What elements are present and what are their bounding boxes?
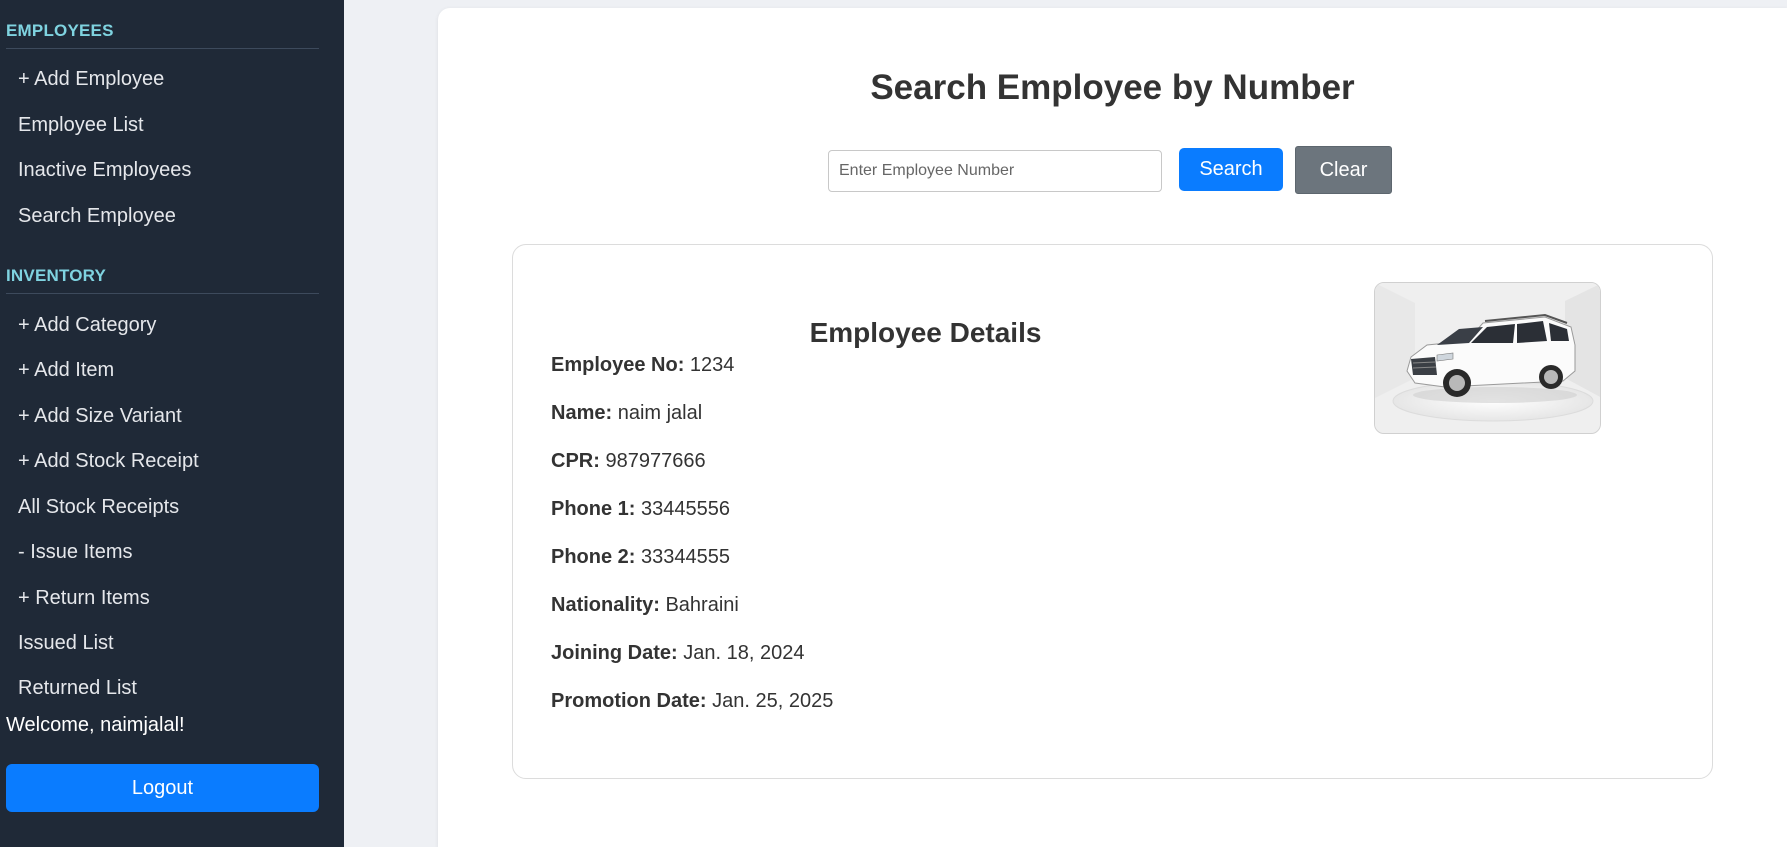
detail-value: naim jalal	[617, 402, 703, 424]
detail-label: Joining Date:	[551, 642, 684, 664]
detail-value: 33344555	[641, 546, 730, 568]
detail-phone-1: Phone 1: 33445556	[551, 498, 730, 521]
detail-value: Jan. 18, 2024	[683, 642, 805, 664]
nav-issue-items[interactable]: - Issue Items	[18, 541, 132, 564]
detail-label: Nationality:	[551, 594, 666, 616]
employee-photo	[1374, 282, 1601, 434]
section-title-inventory: INVENTORY	[6, 266, 107, 285]
nav-employee-list[interactable]: Employee List	[18, 114, 144, 137]
detail-value: 1234	[689, 354, 735, 376]
nav-returned-list[interactable]: Returned List	[18, 677, 137, 700]
suv-image-icon	[1375, 283, 1600, 433]
employee-number-input[interactable]	[828, 150, 1162, 192]
detail-value: 987977666	[605, 450, 706, 472]
clear-button[interactable]: Clear	[1295, 146, 1392, 194]
sidebar: EMPLOYEES + Add Employee Employee List I…	[0, 0, 344, 847]
detail-label: Promotion Date:	[551, 690, 713, 712]
detail-label: Name:	[551, 402, 618, 424]
detail-label: Phone 1:	[551, 498, 642, 520]
detail-value: 33445556	[641, 498, 730, 520]
section-divider	[6, 48, 319, 49]
section-title-employees: EMPLOYEES	[6, 21, 114, 40]
nav-inactive-employees[interactable]: Inactive Employees	[18, 159, 191, 182]
nav-add-item[interactable]: + Add Item	[18, 359, 114, 382]
nav-add-category[interactable]: + Add Category	[18, 314, 156, 337]
logout-button[interactable]: Logout	[6, 764, 319, 812]
detail-phone-2: Phone 2: 33344555	[551, 546, 730, 569]
detail-label: Phone 2:	[551, 546, 642, 568]
employee-details-card: Employee Details Employee No: 1234 Name:…	[512, 244, 1713, 779]
detail-cpr: CPR: 987977666	[551, 450, 706, 473]
detail-value: Bahraini	[665, 594, 739, 616]
nav-return-items[interactable]: + Return Items	[18, 587, 150, 610]
search-button[interactable]: Search	[1179, 148, 1283, 191]
detail-name: Name: naim jalal	[551, 402, 702, 425]
detail-label: CPR:	[551, 450, 606, 472]
detail-nationality: Nationality: Bahraini	[551, 594, 739, 617]
detail-value: Jan. 25, 2025	[712, 690, 834, 712]
nav-add-employee[interactable]: + Add Employee	[18, 68, 164, 91]
nav-all-stock-receipts[interactable]: All Stock Receipts	[18, 496, 179, 519]
nav-add-stock-receipt[interactable]: + Add Stock Receipt	[18, 450, 199, 473]
detail-label: Employee No:	[551, 354, 690, 376]
detail-promotion-date: Promotion Date: Jan. 25, 2025	[551, 690, 833, 713]
nav-search-employee[interactable]: Search Employee	[18, 205, 176, 228]
detail-joining-date: Joining Date: Jan. 18, 2024	[551, 642, 804, 665]
nav-issued-list[interactable]: Issued List	[18, 632, 114, 655]
section-divider	[6, 293, 319, 294]
page-title: Search Employee by Number	[870, 68, 1355, 107]
welcome-message: Welcome, naimjalal!	[6, 714, 185, 736]
main-panel: Search Employee by Number Search Clear E…	[438, 8, 1787, 847]
detail-employee-no: Employee No: 1234	[551, 354, 734, 377]
nav-add-size-variant[interactable]: + Add Size Variant	[18, 405, 182, 428]
details-title: Employee Details	[809, 317, 1042, 348]
